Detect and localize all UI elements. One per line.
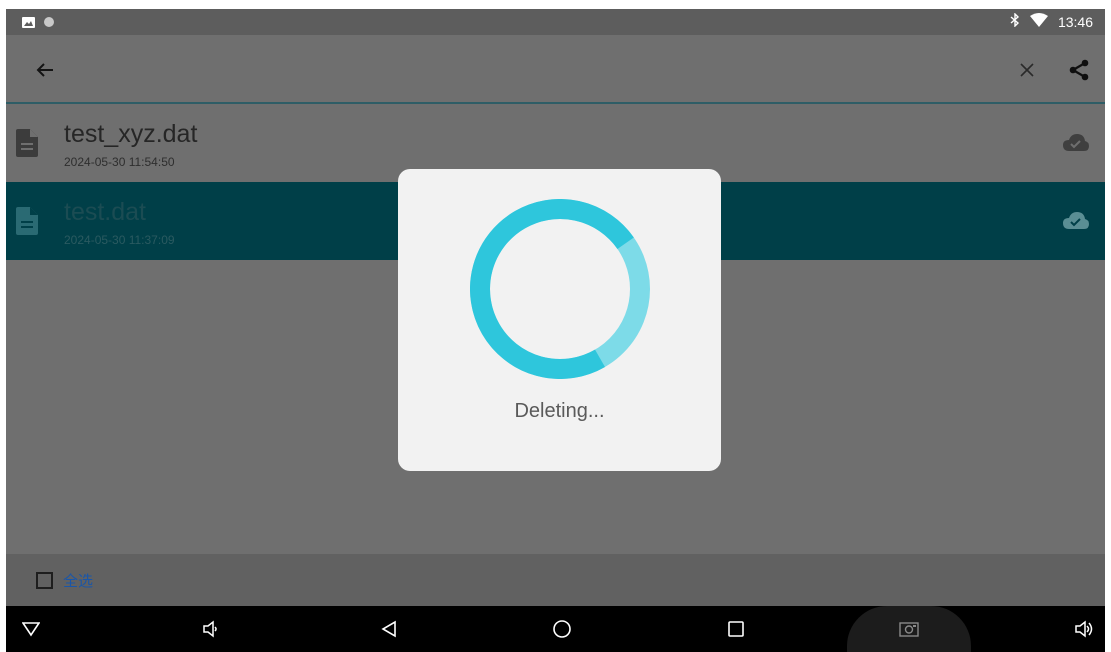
recents-icon[interactable] — [721, 606, 751, 652]
select-all-checkbox[interactable] — [36, 572, 53, 589]
bluetooth-icon — [1010, 12, 1020, 30]
progress-dialog: Deleting... — [398, 169, 721, 471]
image-icon — [22, 15, 35, 33]
cloud-done-icon — [1063, 134, 1089, 157]
select-all-bar: 全选 — [6, 554, 1105, 606]
android-screen: 13:46 test_xyz.dat 2024-05-30 11:54:50 t… — [6, 9, 1105, 652]
wifi-icon — [1029, 13, 1048, 30]
app-bar — [6, 35, 1105, 104]
file-icon — [16, 207, 38, 240]
nav-dropdown-icon[interactable] — [16, 606, 46, 652]
status-bar: 13:46 — [6, 9, 1105, 35]
circle-dot-icon — [43, 15, 55, 33]
file-name: test_xyz.dat — [64, 120, 198, 148]
select-all-label[interactable]: 全选 — [63, 570, 93, 591]
volume-down-icon[interactable] — [194, 606, 228, 652]
close-icon[interactable] — [1012, 55, 1042, 85]
back-arrow-icon[interactable] — [30, 55, 60, 85]
loading-spinner — [470, 199, 650, 384]
file-date: 2024-05-30 11:37:09 — [64, 233, 175, 247]
volume-up-icon[interactable] — [1067, 606, 1101, 652]
status-time: 13:46 — [1057, 13, 1093, 30]
screenshot-icon[interactable] — [892, 606, 926, 652]
dialog-message: Deleting... — [514, 400, 605, 422]
navigation-bar — [6, 606, 1105, 652]
file-icon — [16, 129, 38, 162]
cloud-done-icon — [1063, 212, 1089, 235]
file-name: test.dat — [64, 198, 146, 226]
back-icon[interactable] — [374, 606, 404, 652]
home-icon[interactable] — [547, 606, 577, 652]
file-date: 2024-05-30 11:54:50 — [64, 155, 175, 169]
share-icon[interactable] — [1062, 53, 1096, 87]
